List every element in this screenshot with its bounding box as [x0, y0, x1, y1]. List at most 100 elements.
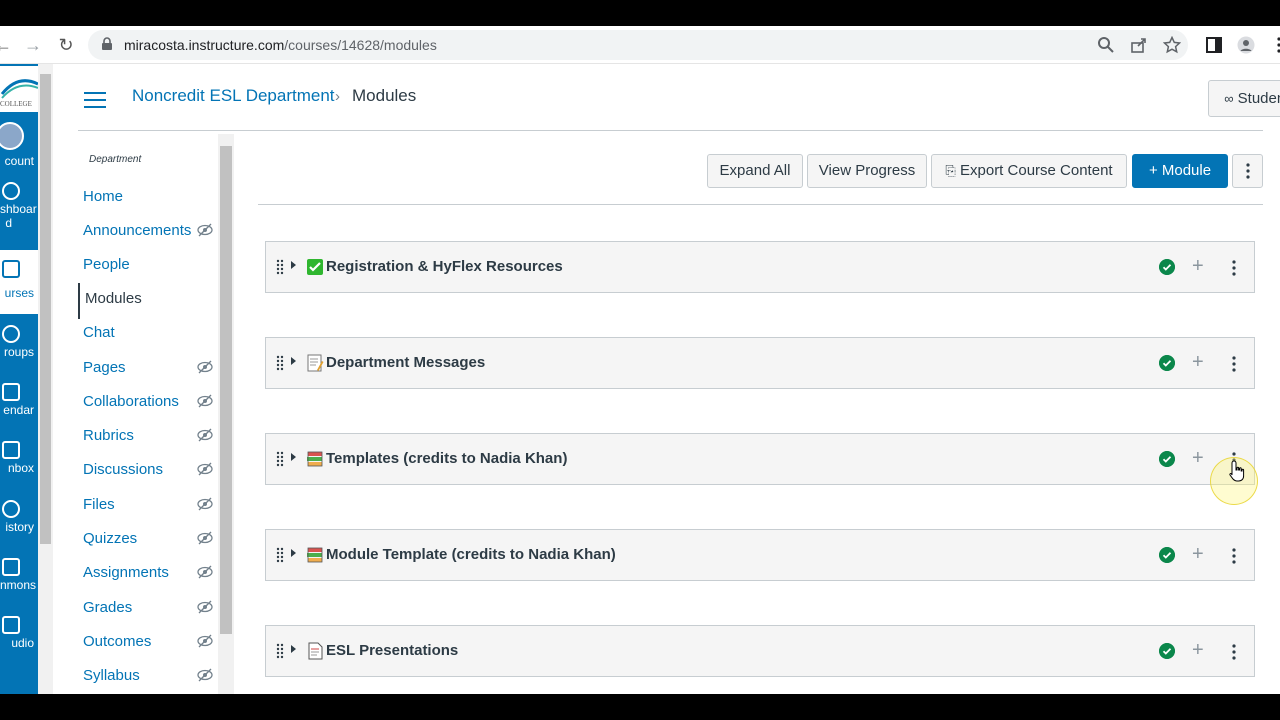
- view-progress-button[interactable]: View Progress: [807, 154, 927, 188]
- course-nav-grades[interactable]: Grades: [83, 599, 218, 616]
- bookmark-star-icon[interactable]: [1163, 36, 1181, 54]
- module-row[interactable]: Templates (credits to Nadia Khan) +: [265, 433, 1255, 485]
- gnav-courses-label: urses: [4, 286, 34, 300]
- add-item-plus-icon[interactable]: +: [1192, 256, 1204, 276]
- gnav-courses[interactable]: urses: [0, 250, 38, 314]
- profile-icon[interactable]: [1237, 36, 1255, 54]
- module-title[interactable]: Department Messages: [326, 354, 485, 371]
- breadcrumb-course-link[interactable]: Noncredit ESL Department: [132, 86, 335, 106]
- gnav-calendar[interactable]: endar: [0, 377, 38, 433]
- module-kebab-icon[interactable]: [1226, 259, 1242, 277]
- module-row[interactable]: Registration & HyFlex Resources +: [265, 241, 1255, 293]
- back-icon[interactable]: ←: [0, 34, 14, 56]
- gnav-commons[interactable]: nmons: [0, 552, 38, 608]
- browser-toolbar: ← → ↻ miracosta.instructure.com/courses/…: [0, 26, 1280, 64]
- module-kebab-icon[interactable]: [1226, 355, 1242, 373]
- student-view-button[interactable]: ∞ Student View: [1208, 80, 1280, 117]
- course-nav-quizzes[interactable]: Quizzes: [83, 530, 218, 547]
- commons-icon: [2, 558, 20, 576]
- course-nav-heading: Department: [89, 154, 142, 165]
- collapse-caret-icon[interactable]: [291, 549, 296, 557]
- collapse-caret-icon[interactable]: [291, 453, 296, 461]
- module-kebab-icon[interactable]: [1226, 547, 1242, 565]
- gnav-commons-label: nmons: [0, 578, 37, 592]
- drag-handle-icon[interactable]: [276, 451, 284, 467]
- course-nav-people[interactable]: People: [83, 256, 218, 273]
- published-check-icon[interactable]: [1159, 355, 1175, 371]
- export-course-content-button[interactable]: ⎘ Export Course Content: [931, 154, 1127, 188]
- gnav-inbox[interactable]: nbox: [0, 435, 38, 491]
- course-nav-label: Home: [83, 188, 124, 205]
- course-nav-files[interactable]: Files: [83, 496, 218, 513]
- gnav-history[interactable]: istory: [0, 494, 38, 550]
- module-title[interactable]: ESL Presentations: [326, 642, 458, 659]
- glasses-icon: ∞: [1224, 91, 1234, 106]
- published-check-icon[interactable]: [1159, 451, 1175, 467]
- zoom-icon[interactable]: [1097, 36, 1115, 54]
- module-title[interactable]: Module Template (credits to Nadia Khan): [326, 546, 616, 563]
- kebab-icon: [1245, 163, 1250, 179]
- drag-handle-icon[interactable]: [276, 259, 284, 275]
- module-row[interactable]: Module Template (credits to Nadia Khan) …: [265, 529, 1255, 581]
- module-row[interactable]: ESL Presentations +: [265, 625, 1255, 677]
- course-nav-discussions[interactable]: Discussions: [83, 461, 218, 478]
- drag-handle-icon[interactable]: [276, 547, 284, 563]
- add-item-plus-icon[interactable]: +: [1192, 544, 1204, 564]
- module-title[interactable]: Templates (credits to Nadia Khan): [326, 450, 567, 467]
- published-check-icon[interactable]: [1159, 547, 1175, 563]
- module-row[interactable]: Department Messages +: [265, 337, 1255, 389]
- course-nav-rubrics[interactable]: Rubrics: [83, 427, 218, 444]
- drag-handle-icon[interactable]: [276, 643, 284, 659]
- expand-all-button[interactable]: Expand All: [707, 154, 803, 188]
- course-nav-assignments[interactable]: Assignments: [83, 564, 218, 581]
- books-icon: [307, 547, 323, 563]
- course-nav-collaborations[interactable]: Collaborations: [83, 393, 218, 410]
- course-nav-home[interactable]: Home: [83, 188, 218, 205]
- add-item-plus-icon[interactable]: +: [1192, 352, 1204, 372]
- collapse-caret-icon[interactable]: [291, 261, 296, 269]
- gnav-account[interactable]: count: [0, 116, 38, 174]
- course-nav-outcomes[interactable]: Outcomes: [83, 633, 218, 650]
- course-nav-modules[interactable]: Modules: [78, 283, 213, 319]
- gnav-groups[interactable]: roups: [0, 319, 38, 375]
- gnav-studio[interactable]: udio: [0, 610, 38, 666]
- course-nav-label: Announcements: [83, 222, 192, 239]
- share-icon[interactable]: [1130, 36, 1148, 54]
- module-title[interactable]: Registration & HyFlex Resources: [326, 258, 563, 275]
- studio-icon: [2, 616, 20, 634]
- course-nav-label: Grades: [83, 599, 133, 616]
- add-item-plus-icon[interactable]: +: [1192, 640, 1204, 660]
- memo-icon: [307, 354, 324, 372]
- published-check-icon[interactable]: [1159, 259, 1175, 275]
- course-nav-scroll-thumb[interactable]: [220, 146, 232, 634]
- collapse-caret-icon[interactable]: [291, 357, 296, 365]
- add-item-plus-icon[interactable]: +: [1192, 448, 1204, 468]
- forward-icon[interactable]: →: [22, 34, 44, 56]
- gnav-inbox-label: nbox: [7, 461, 34, 475]
- gnav-calendar-label: endar: [3, 403, 34, 417]
- reload-icon[interactable]: ↻: [55, 34, 77, 56]
- course-nav-scrollbar[interactable]: [218, 134, 234, 694]
- course-nav-chat[interactable]: Chat: [83, 324, 218, 341]
- module-kebab-icon[interactable]: [1226, 643, 1242, 661]
- gnav-dashboard[interactable]: shboar d: [0, 176, 38, 234]
- add-module-button[interactable]: + Module: [1132, 154, 1228, 188]
- course-nav-announcements[interactable]: Announcements: [83, 222, 218, 239]
- drag-handle-icon[interactable]: [276, 355, 284, 371]
- hamburger-menu-icon[interactable]: [84, 92, 106, 108]
- page-header: Noncredit ESL Department › Modules ∞ Stu…: [78, 64, 1280, 131]
- published-check-icon[interactable]: [1159, 643, 1175, 659]
- course-nav-label: Assignments: [83, 564, 169, 581]
- course-nav-syllabus[interactable]: Syllabus: [83, 667, 218, 684]
- gnav-scrollbar[interactable]: [38, 64, 53, 694]
- gnav-history-label: istory: [5, 520, 34, 534]
- sidepanel-icon[interactable]: [1205, 36, 1223, 54]
- browser-menu-icon[interactable]: [1270, 36, 1280, 54]
- collapse-caret-icon[interactable]: [291, 645, 296, 653]
- gnav-scroll-thumb[interactable]: [40, 74, 51, 544]
- hidden-eye-icon: [197, 497, 213, 511]
- browser-window: ← → ↻ miracosta.instructure.com/courses/…: [0, 26, 1280, 694]
- course-nav-pages[interactable]: Pages: [83, 359, 218, 376]
- college-logo[interactable]: COLLEGE: [0, 66, 39, 112]
- toolbar-more-button[interactable]: [1232, 154, 1263, 188]
